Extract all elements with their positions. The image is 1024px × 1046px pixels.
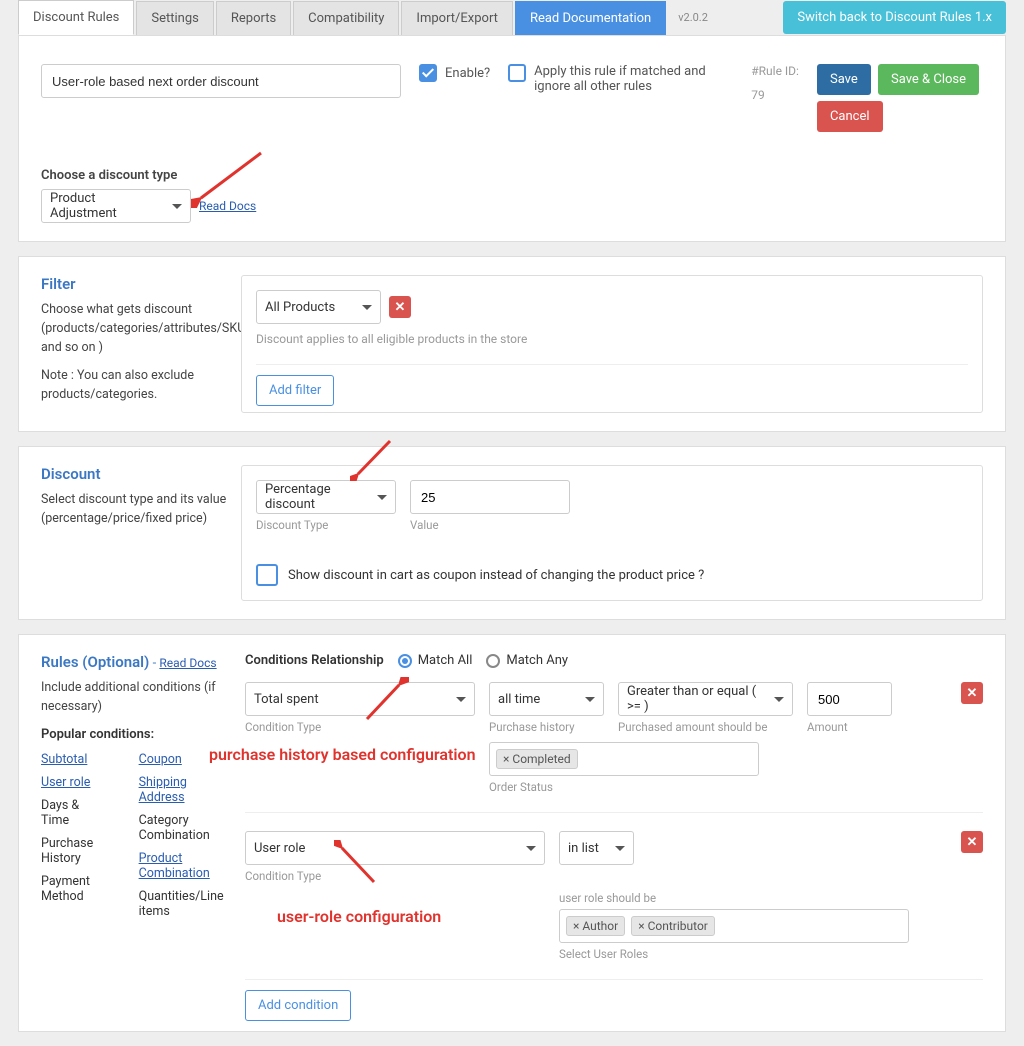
cond-text-days-time: Days & Time: [41, 798, 109, 828]
cond-text-quantities-line-items: Quantities/Line items: [139, 889, 227, 919]
cancel-button[interactable]: Cancel: [817, 101, 883, 132]
rules-title: Rules (Optional): [41, 653, 149, 671]
conditions-relationship-label: Conditions Relationship: [245, 653, 384, 668]
chevron-down-icon: [615, 846, 625, 851]
match-any-label: Match Any: [506, 653, 568, 668]
cond-text-purchase-history: Purchase History: [41, 836, 109, 866]
discount-type-method-select[interactable]: Percentage discount: [256, 480, 396, 514]
cond1-amount-input[interactable]: [807, 682, 892, 716]
match-any-radio[interactable]: [486, 654, 500, 668]
cond-link-shipping-address[interactable]: Shipping Address: [139, 775, 187, 805]
chevron-down-icon: [362, 305, 372, 310]
cond2-role-label: user role should be: [559, 891, 983, 905]
tab-settings[interactable]: Settings: [136, 1, 213, 35]
rules-card: Rules (Optional) - Read Docs Include add…: [18, 634, 1006, 1032]
filter-title: Filter: [41, 275, 227, 293]
tab-reports[interactable]: Reports: [216, 1, 291, 35]
tab-discount-rules[interactable]: Discount Rules: [18, 0, 134, 35]
tab-compatibility[interactable]: Compatibility: [293, 1, 399, 35]
rules-read-docs-link[interactable]: Read Docs: [159, 656, 216, 670]
discount-value-input[interactable]: [410, 480, 570, 514]
popular-conditions-label: Popular conditions:: [41, 727, 227, 742]
rule-id-value: 79: [751, 88, 799, 102]
filter-delete-button[interactable]: ✕: [389, 296, 411, 318]
cond1-history-label: Purchase history: [489, 720, 604, 734]
filter-card: Filter Choose what gets discount (produc…: [18, 256, 1006, 432]
rule-id-label: #Rule ID:: [751, 64, 799, 78]
discount-type-label: Choose a discount type: [41, 168, 983, 183]
tag-contributor[interactable]: × Contributor: [631, 916, 715, 936]
discount-value-sublabel: Value: [410, 518, 570, 532]
filter-product-select[interactable]: All Products: [256, 290, 381, 324]
ignore-others-checkbox[interactable]: [508, 64, 526, 82]
cond-link-coupon[interactable]: Coupon: [139, 752, 182, 767]
cond1-order-status-label: Order Status: [489, 780, 983, 794]
cond2-operator-value: in list: [568, 841, 599, 856]
chevron-down-icon: [172, 204, 182, 209]
save-button[interactable]: Save: [817, 64, 871, 95]
cond1-type-value: Total spent: [254, 692, 319, 707]
cond1-type-label: Condition Type: [245, 720, 475, 734]
discount-type-select[interactable]: Product Adjustment: [41, 189, 191, 223]
cond2-operator-select[interactable]: in list: [559, 831, 634, 865]
cond2-select-roles-label: Select User Roles: [559, 947, 983, 961]
cond2-type-label: Condition Type: [245, 869, 545, 883]
cond1-operator-value: Greater than or equal ( >= ): [627, 684, 766, 714]
cond1-operator-label: Purchased amount should be: [618, 720, 793, 734]
discount-type-value: Product Adjustment: [50, 191, 164, 221]
add-condition-button[interactable]: Add condition: [245, 990, 351, 1021]
discount-type-method-value: Percentage discount: [265, 482, 369, 512]
chevron-down-icon: [456, 697, 466, 702]
cond2-delete-button[interactable]: ✕: [961, 831, 983, 853]
discount-type-sublabel: Discount Type: [256, 518, 396, 532]
enable-label: Enable?: [445, 66, 490, 81]
read-docs-link[interactable]: Read Docs: [199, 199, 256, 213]
cond-link-product-combination[interactable]: Product Combination: [139, 851, 210, 881]
enable-checkbox[interactable]: [419, 64, 437, 82]
cond-link-user-role[interactable]: User role: [41, 775, 90, 790]
version-label: v2.0.2: [678, 11, 708, 24]
cond1-delete-button[interactable]: ✕: [961, 682, 983, 704]
discount-title: Discount: [41, 465, 227, 483]
filter-product-value: All Products: [265, 300, 335, 315]
chevron-down-icon: [377, 495, 387, 500]
show-coupon-checkbox[interactable]: [256, 564, 278, 586]
tab-documentation[interactable]: Read Documentation: [515, 1, 666, 35]
cond2-user-roles-tags[interactable]: × Author × Contributor: [559, 909, 909, 943]
cond1-amount-label: Amount: [807, 720, 892, 734]
discount-desc: Select discount type and its value (perc…: [41, 491, 227, 529]
match-all-radio[interactable]: [398, 654, 412, 668]
cond-link-subtotal[interactable]: Subtotal: [41, 752, 87, 767]
tag-completed[interactable]: × Completed: [496, 749, 578, 769]
chevron-down-icon: [585, 697, 595, 702]
add-filter-button[interactable]: Add filter: [256, 375, 334, 406]
chevron-down-icon: [774, 697, 784, 702]
cond1-history-select[interactable]: all time: [489, 682, 604, 716]
cond-text-payment-method: Payment Method: [41, 874, 109, 904]
switch-back-button[interactable]: Switch back to Discount Rules 1.x: [783, 1, 1006, 34]
cond1-type-select[interactable]: Total spent: [245, 682, 475, 716]
ignore-others-label: Apply this rule if matched and ignore al…: [534, 64, 708, 94]
filter-hint: Discount applies to all eligible product…: [256, 332, 968, 346]
show-coupon-label: Show discount in cart as coupon instead …: [288, 568, 704, 583]
chevron-down-icon: [526, 846, 536, 851]
tab-import-export[interactable]: Import/Export: [401, 1, 513, 35]
cond1-operator-select[interactable]: Greater than or equal ( >= ): [618, 682, 793, 716]
tag-author[interactable]: × Author: [566, 916, 625, 936]
rule-name-input[interactable]: [41, 64, 401, 98]
cond1-order-status-tags[interactable]: × Completed: [489, 742, 759, 776]
cond1-history-value: all time: [498, 692, 540, 707]
discount-card: Discount Select discount type and its va…: [18, 446, 1006, 620]
match-all-label: Match All: [418, 653, 473, 668]
cond2-type-select[interactable]: User role: [245, 831, 545, 865]
filter-desc: Choose what gets discount (products/cate…: [41, 301, 227, 357]
rule-header-card: Enable? Apply this rule if matched and i…: [18, 35, 1006, 242]
save-close-button[interactable]: Save & Close: [878, 64, 979, 95]
filter-note: Note : You can also exclude products/cat…: [41, 367, 227, 405]
tab-bar: Discount Rules Settings Reports Compatib…: [0, 0, 1024, 35]
cond-text-category-combination: Category Combination: [139, 813, 227, 843]
rules-desc: Include additional conditions (if necess…: [41, 679, 227, 717]
cond2-type-value: User role: [254, 841, 305, 856]
